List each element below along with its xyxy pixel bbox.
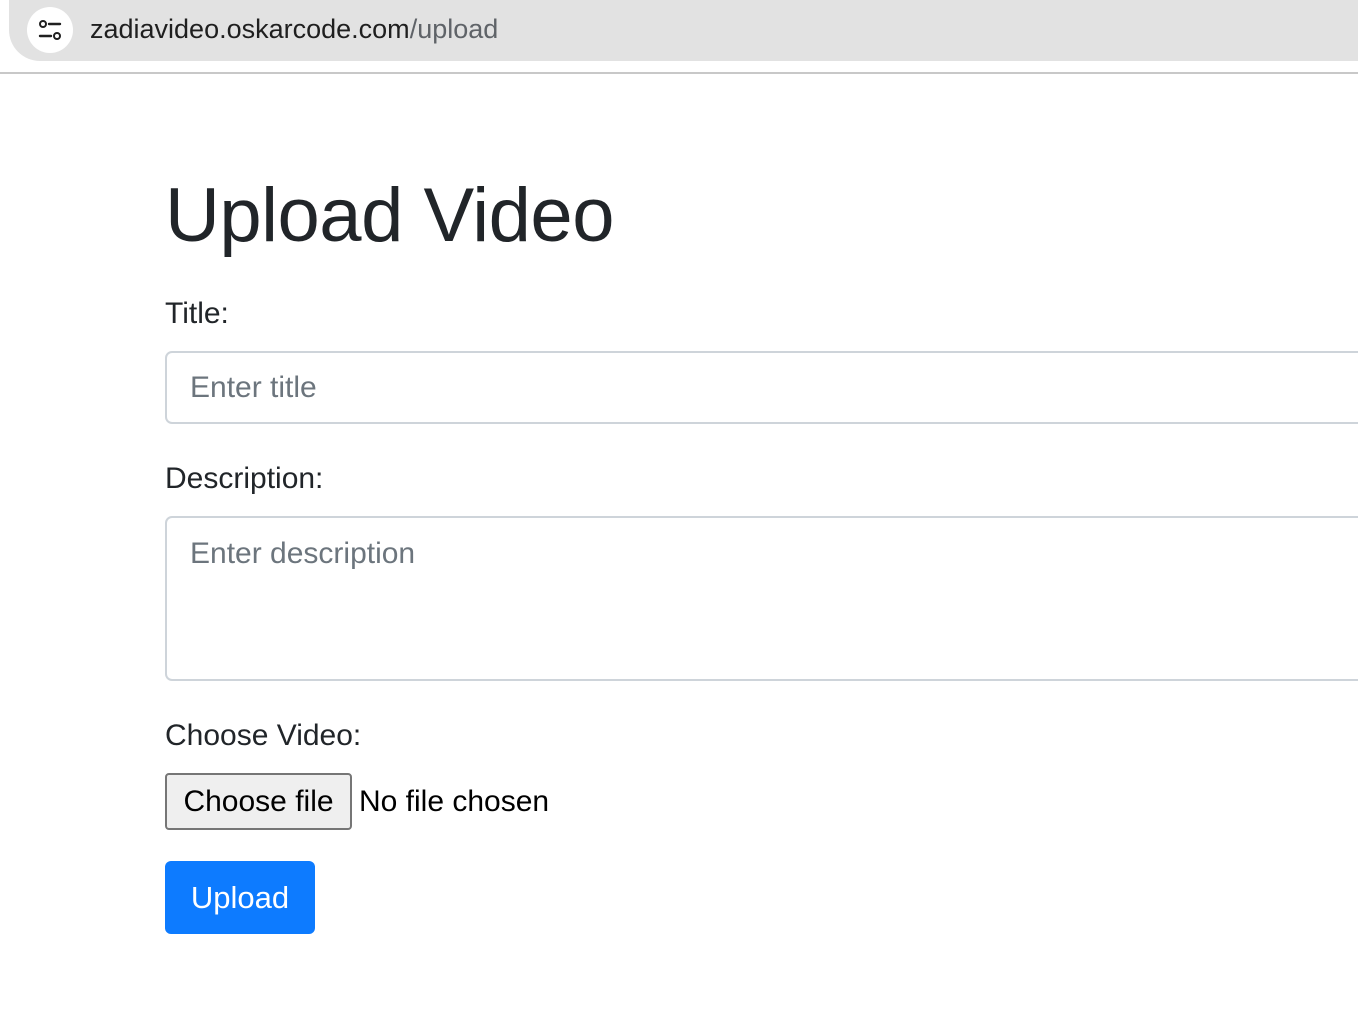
address-bar[interactable]: zadiavideo.oskarcode.com/upload <box>9 0 1358 61</box>
description-label: Description: <box>165 462 324 495</box>
video-label: Choose Video: <box>165 719 362 752</box>
title-label: Title: <box>165 297 229 330</box>
browser-toolbar: zadiavideo.oskarcode.com/upload <box>0 0 1358 74</box>
upload-button[interactable]: Upload <box>165 861 315 934</box>
url-host: zadiavideo.oskarcode.com <box>90 14 410 44</box>
file-status-text: No file chosen <box>359 785 550 818</box>
description-textarea[interactable] <box>165 516 1358 681</box>
tune-icon <box>38 20 62 40</box>
title-input[interactable] <box>165 351 1358 424</box>
url-path: /upload <box>409 14 499 44</box>
site-info-button[interactable] <box>27 7 73 53</box>
url-text[interactable]: zadiavideo.oskarcode.com/upload <box>90 12 498 46</box>
page-title: Upload Video <box>165 173 614 258</box>
choose-file-button[interactable]: Choose file <box>165 773 352 830</box>
